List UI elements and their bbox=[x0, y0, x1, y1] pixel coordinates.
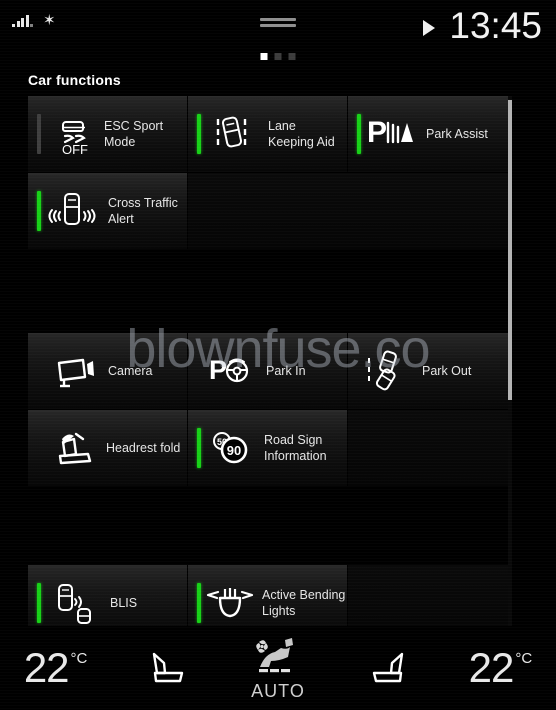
driver-seat-heater-button[interactable] bbox=[111, 626, 222, 710]
passenger-temperature-control[interactable]: 22 °C bbox=[445, 626, 556, 710]
park-assist-icon: P bbox=[366, 108, 418, 160]
tile-row-3: Camera P Park In Park Out bbox=[28, 333, 508, 409]
page-dot-2[interactable] bbox=[274, 53, 282, 60]
status-indicator bbox=[197, 428, 201, 468]
status-indicator bbox=[37, 114, 41, 154]
cross-traffic-alert-icon bbox=[46, 185, 98, 237]
passenger-temperature-unit: °C bbox=[515, 650, 533, 667]
tile-park-out[interactable]: Park Out bbox=[348, 333, 508, 409]
fan-icon bbox=[256, 640, 268, 653]
airflow-seat-icon bbox=[256, 638, 293, 673]
tile-lane-keeping-aid[interactable]: Lane Keeping Aid bbox=[188, 96, 348, 172]
tile-park-in[interactable]: P Park In bbox=[188, 333, 348, 409]
tile-row-2: Cross Traffic Alert bbox=[28, 173, 508, 249]
tile-label: Park Assist bbox=[426, 127, 488, 141]
status-indicator bbox=[37, 583, 41, 623]
passenger-seat-heater-button[interactable] bbox=[334, 626, 445, 710]
headrest-fold-icon bbox=[48, 422, 100, 474]
driver-seat-heater-icon bbox=[152, 652, 183, 683]
tile-label: Park In bbox=[266, 364, 306, 378]
passenger-temperature-value: 22 bbox=[468, 644, 515, 691]
climate-bar: 22 °C AUTO 22 °C bbox=[0, 626, 556, 710]
driver-temperature: 22 °C bbox=[24, 644, 88, 692]
driver-temperature-control[interactable]: 22 °C bbox=[0, 626, 111, 710]
speed-limit-large: 90 bbox=[227, 443, 241, 458]
blis-icon bbox=[46, 577, 98, 629]
tile-row-1: OFF ESC Sport Mode Lane Keeping Aid P Pa… bbox=[28, 96, 508, 172]
status-bar-right: 13:45 bbox=[423, 5, 542, 47]
tile-label: Road Sign Information bbox=[264, 433, 327, 463]
svg-text:P: P bbox=[209, 355, 227, 385]
cellular-signal-icon bbox=[12, 14, 33, 27]
car-functions-grid: OFF ESC Sport Mode Lane Keeping Aid P Pa… bbox=[0, 96, 556, 641]
drag-handle-icon[interactable] bbox=[260, 18, 296, 30]
tile-road-sign-information[interactable]: 50 90 Road Sign Information bbox=[188, 410, 348, 486]
status-indicator bbox=[357, 114, 361, 154]
tile-cross-traffic-alert[interactable]: Cross Traffic Alert bbox=[28, 173, 188, 249]
tile-label: Cross Traffic Alert bbox=[108, 196, 178, 226]
page-dot-3[interactable] bbox=[288, 53, 296, 60]
tile-headrest-fold[interactable]: Headrest fold bbox=[28, 410, 188, 486]
tile-empty bbox=[348, 173, 508, 249]
passenger-seat-heater-icon bbox=[373, 652, 404, 683]
road-sign-information-icon: 50 90 bbox=[206, 422, 258, 474]
clock: 13:45 bbox=[449, 5, 542, 46]
status-bar: ✶ 13:45 bbox=[0, 0, 556, 48]
tile-row-4: Headrest fold 50 90 Road Sign Informatio… bbox=[28, 410, 508, 486]
page-title: Car functions bbox=[28, 72, 121, 88]
tile-label: Lane Keeping Aid bbox=[268, 119, 335, 149]
park-in-icon: P bbox=[206, 345, 258, 397]
driver-temperature-value: 22 bbox=[23, 644, 70, 691]
camera-icon bbox=[50, 345, 102, 397]
tile-camera[interactable]: Camera bbox=[28, 333, 188, 409]
tile-empty bbox=[348, 410, 508, 486]
svg-text:P: P bbox=[367, 116, 387, 149]
tile-esc-sport-mode[interactable]: OFF ESC Sport Mode bbox=[28, 96, 188, 172]
esc-off-text: OFF bbox=[62, 142, 88, 157]
tile-label: BLIS bbox=[110, 596, 138, 610]
tile-park-assist[interactable]: P Park Assist bbox=[348, 96, 508, 172]
bluetooth-icon: ✶ bbox=[43, 11, 56, 29]
tile-label: Camera bbox=[108, 364, 153, 378]
esc-sport-mode-icon: OFF bbox=[50, 108, 102, 160]
tile-label: Active Bending Lights bbox=[262, 588, 346, 618]
tile-label: Headrest fold bbox=[106, 441, 181, 455]
infotainment-screen: ✶ 13:45 Car functions OFF ESC Sport Mode… bbox=[0, 0, 556, 710]
status-bar-left-icons: ✶ bbox=[12, 11, 56, 29]
play-icon[interactable] bbox=[423, 20, 436, 36]
driver-temperature-unit: °C bbox=[70, 650, 88, 667]
status-indicator bbox=[37, 191, 41, 231]
tile-label: ESC Sport Mode bbox=[104, 119, 164, 149]
auto-climate-button[interactable]: AUTO bbox=[222, 626, 333, 710]
status-indicator bbox=[197, 114, 201, 154]
page-indicator-dots[interactable] bbox=[260, 53, 296, 60]
page-dot-1[interactable] bbox=[260, 53, 268, 60]
scrollbar-thumb[interactable] bbox=[508, 100, 512, 400]
status-indicator bbox=[197, 583, 201, 623]
passenger-temperature: 22 °C bbox=[469, 644, 533, 692]
active-bending-lights-icon bbox=[204, 577, 256, 629]
park-out-icon bbox=[362, 345, 414, 397]
tile-label: Park Out bbox=[422, 364, 472, 378]
lane-keeping-aid-icon bbox=[206, 108, 258, 160]
tile-empty bbox=[188, 173, 348, 249]
auto-label: AUTO bbox=[251, 681, 305, 701]
